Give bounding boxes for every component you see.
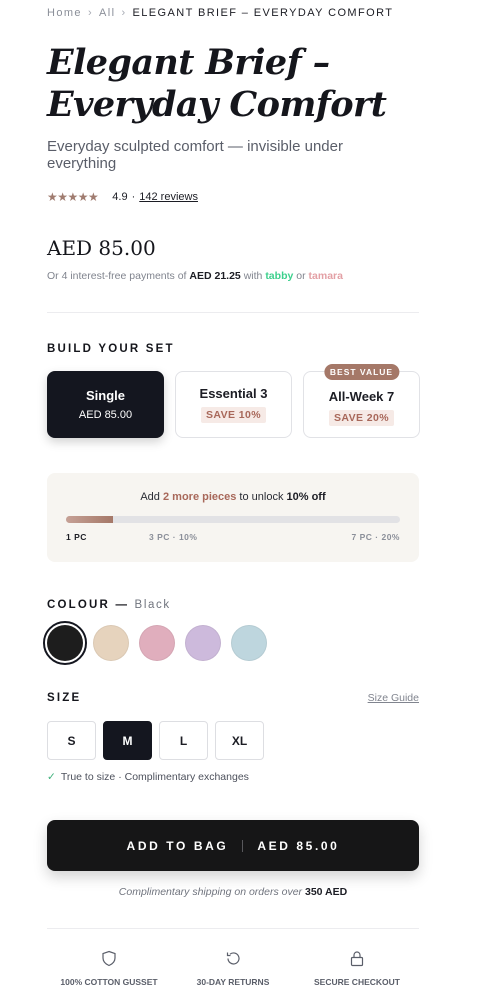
shipping-text: Complimentary shipping on orders over: [118, 886, 303, 898]
set-option-price: AED 85.00: [78, 409, 133, 421]
promo-prefix: Add: [140, 491, 160, 503]
divider: [47, 928, 419, 929]
set-option-name: All-Week 7: [328, 389, 395, 404]
rating-value: 4.9: [112, 191, 128, 203]
breadcrumb-separator: ›: [87, 7, 94, 19]
colour-label: COLOUR — Black: [47, 599, 171, 611]
product-title: Elegant Brief – Everyday Comfort: [47, 42, 427, 126]
bundle-progress-fill: [66, 516, 113, 523]
shipping-note: Complimentary shipping on orders over 35…: [47, 886, 419, 898]
swatch-lilac[interactable]: [185, 625, 221, 661]
swatch-beige[interactable]: [93, 625, 129, 661]
returns-icon: [226, 952, 240, 965]
fit-note-text: True to size · Complimentary exchanges: [60, 771, 249, 783]
trust-item-checkout: SECURE CHECKOUT: [295, 950, 419, 987]
lock-icon: [350, 951, 364, 967]
size-option-m[interactable]: M: [103, 721, 152, 760]
colour-heading: COLOUR: [47, 599, 111, 611]
swatch-black[interactable]: [43, 621, 87, 665]
product-subtitle: Everyday sculpted comfort — invisible un…: [47, 138, 343, 172]
button-divider: [242, 839, 244, 852]
rating-separator: ·: [131, 191, 136, 203]
tabby-link[interactable]: tabby: [265, 270, 293, 282]
best-value-badge: BEST VALUE: [323, 364, 400, 380]
check-icon: ✓: [47, 771, 56, 783]
reviews-link[interactable]: 142 reviews: [139, 191, 198, 203]
breadcrumb-home[interactable]: Home: [47, 7, 82, 19]
product-title-line-1: Elegant Brief –: [47, 42, 330, 83]
rating-row: ★★★★★ 4.9 · 142 reviews: [47, 190, 198, 204]
trust-label: 100% COTTON GUSSET: [60, 977, 158, 987]
trust-label: SECURE CHECKOUT: [314, 977, 400, 987]
add-to-bag-label: ADD TO BAG: [126, 838, 229, 853]
fit-note: ✓ True to size · Complimentary exchanges: [47, 771, 249, 783]
swatch-light-blue[interactable]: [231, 625, 267, 661]
shield-icon: [102, 950, 116, 967]
breadcrumb-separator: ›: [121, 7, 127, 19]
colour-swatches: [43, 621, 277, 665]
installments-or: or: [296, 270, 306, 282]
size-option-l[interactable]: L: [159, 721, 208, 760]
bundle-progress-card: Add 2 more pieces to unlock 10% off 1 PC…: [47, 473, 419, 562]
trust-label: 30-DAY RETURNS: [196, 977, 270, 987]
set-option-name: Single: [85, 388, 125, 403]
set-option-name: Essential 3: [199, 386, 268, 401]
size-options: S M L XL: [47, 721, 271, 760]
progress-tick-1: 1 PC: [66, 532, 87, 542]
product-price: AED 85.00: [47, 236, 156, 260]
set-options: Single AED 85.00 Essential 3 SAVE 10% BE…: [47, 364, 420, 438]
product-title-line-2: Everyday Comfort: [47, 84, 387, 125]
progress-tick-3: 3 PC · 10%: [149, 532, 198, 542]
breadcrumb-current: ELEGANT BRIEF – EVERYDAY COMFORT: [132, 7, 394, 19]
breadcrumb-all[interactable]: All: [99, 7, 115, 19]
build-set-label: BUILD YOUR SET: [47, 343, 175, 355]
size-guide-link[interactable]: Size Guide: [368, 692, 419, 704]
bundle-progress-message: Add 2 more pieces to unlock 10% off: [47, 491, 419, 503]
star-rating-icon: ★★★★★: [47, 190, 99, 204]
swatch-pink[interactable]: [139, 625, 175, 661]
trust-item-returns: 30-DAY RETURNS: [171, 950, 295, 987]
trust-item-cotton: 100% COTTON GUSSET: [47, 950, 171, 987]
installments-note: Or 4 interest-free payments of AED 21.25…: [47, 270, 343, 282]
installments-with: with: [243, 270, 263, 282]
shipping-threshold: 350 AED: [304, 886, 348, 898]
size-label: SIZE: [47, 692, 82, 704]
size-option-s[interactable]: S: [47, 721, 96, 760]
add-to-bag-button[interactable]: ADD TO BAG AED 85.00: [47, 820, 419, 871]
size-option-xl[interactable]: XL: [215, 721, 264, 760]
add-to-bag-price: AED 85.00: [257, 838, 340, 853]
divider: [47, 312, 419, 313]
installments-prefix: Or 4 interest-free payments of: [47, 270, 187, 282]
bundle-progress-bar: [66, 516, 400, 523]
promo-middle: to unlock: [239, 491, 284, 503]
tamara-link[interactable]: tamara: [309, 270, 343, 282]
colour-dash: —: [115, 599, 130, 611]
promo-reward: 10% off: [286, 491, 326, 503]
colour-selected-name: Black: [134, 599, 171, 611]
breadcrumb: Home › All › ELEGANT BRIEF – EVERYDAY COMFOR…: [47, 7, 393, 19]
set-option-saving: SAVE 10%: [201, 407, 266, 423]
set-option-single[interactable]: Single AED 85.00: [47, 371, 164, 438]
set-option-essential-3[interactable]: Essential 3 SAVE 10%: [175, 371, 292, 438]
installment-amount: AED 21.25: [189, 270, 241, 282]
progress-tick-7: 7 PC · 20%: [351, 532, 400, 542]
trust-badges: 100% COTTON GUSSET 30-DAY RETURNS SECURE…: [47, 950, 419, 987]
set-option-all-week-7[interactable]: BEST VALUE All-Week 7 SAVE 20%: [303, 364, 420, 438]
promo-highlight: 2 more pieces: [162, 491, 237, 503]
set-option-saving: SAVE 20%: [329, 410, 394, 426]
